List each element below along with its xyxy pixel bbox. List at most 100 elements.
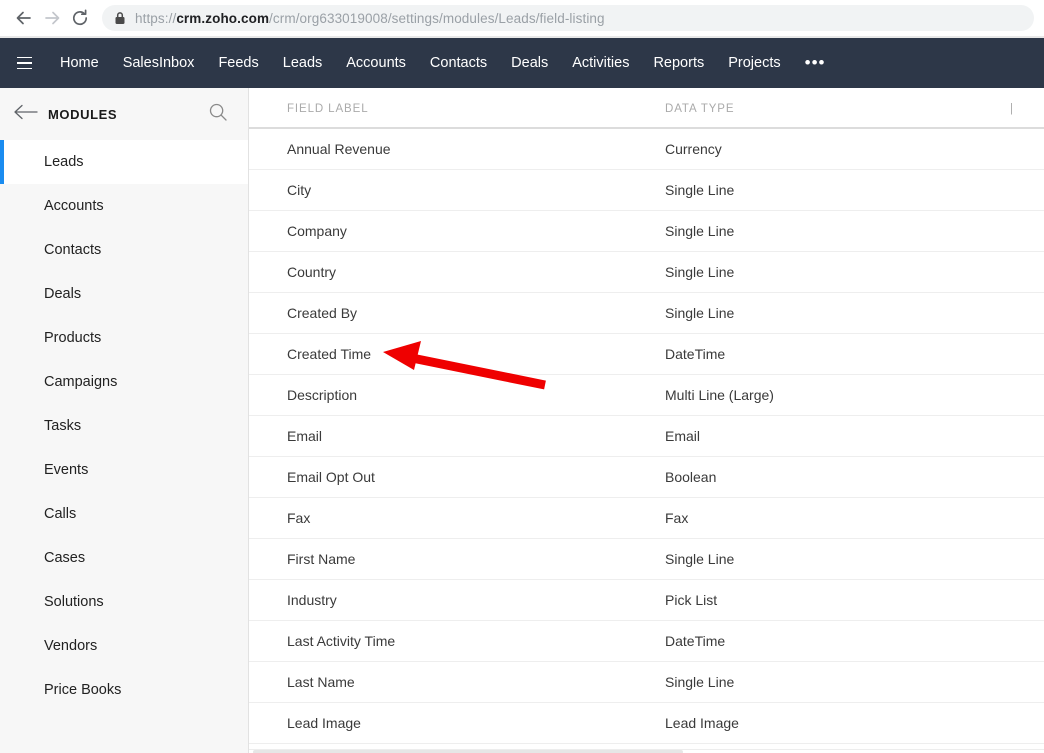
cell-field-label: Industry	[249, 579, 627, 621]
reload-icon	[70, 8, 90, 28]
cell-data-type: Pick List	[627, 579, 972, 621]
fields-table: FIELD LABEL DATA TYPE | Annual Revenue Cu…	[249, 88, 1044, 744]
cell-data-type: Email	[627, 415, 972, 457]
cell-field-label: Created Time	[249, 333, 627, 375]
forward-arrow-icon	[42, 8, 62, 28]
cell-data-type: Boolean	[627, 456, 972, 498]
cell-clipped	[972, 374, 1044, 416]
cell-field-label: Lead Image	[249, 702, 627, 744]
table-row[interactable]: Email Email	[249, 415, 1044, 457]
reload-button[interactable]	[66, 4, 94, 32]
sidebar-item-cases[interactable]: Cases	[0, 536, 248, 580]
table-row[interactable]: Country Single Line	[249, 251, 1044, 293]
cell-clipped	[972, 579, 1044, 621]
table-row[interactable]: Company Single Line	[249, 210, 1044, 252]
cell-data-type: Single Line	[627, 210, 972, 252]
sidebar-item-contacts[interactable]: Contacts	[0, 228, 248, 272]
page-body: MODULES Leads Accounts Contacts Deals Pr…	[0, 88, 1044, 753]
back-button[interactable]	[10, 4, 38, 32]
cell-data-type: Fax	[627, 497, 972, 539]
nav-item-feeds[interactable]: Feeds	[206, 38, 270, 88]
sidebar-item-label: Solutions	[44, 594, 104, 610]
sidebar-item-vendors[interactable]: Vendors	[0, 624, 248, 668]
cell-data-type: Single Line	[627, 292, 972, 334]
back-arrow-icon	[14, 8, 34, 28]
cell-clipped	[972, 497, 1044, 539]
table-row[interactable]: Email Opt Out Boolean	[249, 456, 1044, 498]
sidebar-item-label: Campaigns	[44, 374, 118, 390]
table-row[interactable]: Industry Pick List	[249, 579, 1044, 621]
field-listing-panel: FIELD LABEL DATA TYPE | Annual Revenue Cu…	[249, 88, 1044, 753]
table-row[interactable]: Description Multi Line (Large)	[249, 374, 1044, 416]
sidebar-item-label: Accounts	[44, 198, 104, 214]
nav-item-salesinbox[interactable]: SalesInbox	[111, 38, 207, 88]
table-row[interactable]: Annual Revenue Currency	[249, 128, 1044, 170]
url-scheme: https://	[135, 10, 177, 26]
column-header-clipped[interactable]: |	[972, 88, 1044, 129]
cell-clipped	[972, 620, 1044, 662]
lock-icon	[114, 11, 126, 25]
table-row[interactable]: Created Time DateTime	[249, 333, 1044, 375]
nav-item-leads[interactable]: Leads	[271, 38, 335, 88]
nav-item-reports[interactable]: Reports	[641, 38, 716, 88]
sidebar-search-button[interactable]	[206, 102, 230, 126]
cell-clipped	[972, 292, 1044, 334]
sidebar-item-tasks[interactable]: Tasks	[0, 404, 248, 448]
horizontal-scrollbar[interactable]	[249, 749, 1044, 753]
modules-sidebar: MODULES Leads Accounts Contacts Deals Pr…	[0, 88, 249, 753]
sidebar-item-solutions[interactable]: Solutions	[0, 580, 248, 624]
cell-data-type: Multi Line (Large)	[627, 374, 972, 416]
nav-item-accounts[interactable]: Accounts	[334, 38, 418, 88]
cell-field-label: Country	[249, 251, 627, 293]
table-row[interactable]: First Name Single Line	[249, 538, 1044, 580]
sidebar-item-products[interactable]: Products	[0, 316, 248, 360]
sidebar-item-leads[interactable]: Leads	[0, 140, 248, 184]
sidebar-item-calls[interactable]: Calls	[0, 492, 248, 536]
nav-item-activities[interactable]: Activities	[560, 38, 641, 88]
cell-clipped	[972, 456, 1044, 498]
sidebar-item-label: Events	[44, 462, 89, 478]
cell-field-label: Fax	[249, 497, 627, 539]
sidebar-item-label: Contacts	[44, 242, 102, 258]
url-path: /crm/org633019008/settings/modules/Leads…	[269, 10, 605, 26]
cell-data-type: DateTime	[627, 620, 972, 662]
sidebar-item-label: Price Books	[44, 682, 122, 698]
sidebar-item-deals[interactable]: Deals	[0, 272, 248, 316]
column-header-field-label[interactable]: FIELD LABEL	[249, 88, 627, 129]
browser-toolbar: https://crm.zoho.com/crm/org633019008/se…	[0, 0, 1044, 36]
sidebar-back-button[interactable]	[10, 98, 42, 130]
nav-more-button[interactable]: •••	[793, 40, 838, 86]
table-row[interactable]: Created By Single Line	[249, 292, 1044, 334]
table-row[interactable]: Last Name Single Line	[249, 661, 1044, 703]
cell-data-type: Single Line	[627, 251, 972, 293]
table-row[interactable]: Fax Fax	[249, 497, 1044, 539]
nav-item-contacts[interactable]: Contacts	[418, 38, 499, 88]
sidebar-item-accounts[interactable]: Accounts	[0, 184, 248, 228]
sidebar-item-label: Leads	[44, 154, 84, 170]
sidebar-item-campaigns[interactable]: Campaigns	[0, 360, 248, 404]
sidebar-item-events[interactable]: Events	[0, 448, 248, 492]
nav-item-projects[interactable]: Projects	[716, 38, 792, 88]
cell-field-label: Annual Revenue	[249, 128, 627, 170]
nav-item-deals[interactable]: Deals	[499, 38, 560, 88]
forward-button[interactable]	[38, 4, 66, 32]
cell-field-label: City	[249, 169, 627, 211]
nav-item-home[interactable]: Home	[48, 38, 111, 88]
sidebar-title: MODULES	[48, 106, 118, 122]
table-row[interactable]: Lead Image Lead Image	[249, 702, 1044, 744]
address-bar[interactable]: https://crm.zoho.com/crm/org633019008/se…	[102, 5, 1034, 31]
hamburger-menu-icon[interactable]	[8, 47, 40, 79]
sidebar-item-label: Cases	[44, 550, 86, 566]
cell-data-type: Single Line	[627, 169, 972, 211]
table-row[interactable]: Last Activity Time DateTime	[249, 620, 1044, 662]
cell-field-label: Description	[249, 374, 627, 416]
app-top-navigation: Home SalesInbox Feeds Leads Accounts Con…	[0, 38, 1044, 88]
sidebar-item-label: Products	[44, 330, 102, 346]
cell-clipped	[972, 128, 1044, 170]
column-header-data-type[interactable]: DATA TYPE	[627, 88, 972, 129]
cell-field-label: Created By	[249, 292, 627, 334]
cell-data-type: Lead Image	[627, 702, 972, 744]
table-row[interactable]: City Single Line	[249, 169, 1044, 211]
sidebar-item-price-books[interactable]: Price Books	[0, 668, 248, 712]
cell-data-type: Single Line	[627, 538, 972, 580]
